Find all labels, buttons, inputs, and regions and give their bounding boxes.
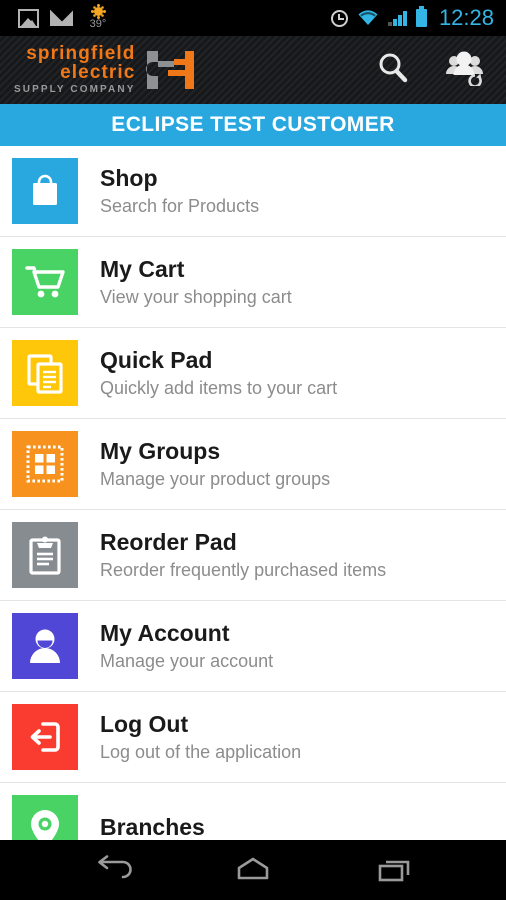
home-button[interactable]	[213, 850, 293, 890]
phone-screen: 39° 12:28 springfield electric SUPPLY CO…	[0, 0, 506, 900]
android-navigation-bar	[0, 840, 506, 900]
person-icon	[30, 629, 60, 663]
quick-pad-tile	[12, 340, 78, 406]
status-bar-notifications: 39°	[8, 7, 112, 30]
reorder-pad-tile	[12, 522, 78, 588]
cell-signal-icon	[387, 10, 407, 26]
clipboard-icon	[29, 536, 61, 575]
app-bar: springfield electric SUPPLY COMPANY	[0, 36, 506, 104]
location-pin-icon	[31, 810, 59, 840]
menu-item-reorder-pad[interactable]: Reorder Pad Reorder frequently purchased…	[0, 510, 506, 601]
my-account-text: My Account Manage your account	[100, 619, 273, 673]
back-button[interactable]	[71, 850, 151, 890]
my-groups-title: My Groups	[100, 438, 221, 464]
grid-groups-icon	[26, 445, 64, 483]
app-logo: springfield electric SUPPLY COMPANY	[14, 44, 203, 97]
image-icon	[18, 8, 39, 28]
my-groups-tile	[12, 431, 78, 497]
shop-title: Shop	[100, 165, 158, 191]
status-bar-system-icons: 12:28	[330, 5, 498, 31]
menu-item-branches[interactable]: Branches	[0, 783, 506, 840]
menu-item-quick-pad[interactable]: Quick Pad Quickly add items to your cart	[0, 328, 506, 419]
menu-item-my-groups[interactable]: My Groups Manage your product groups	[0, 419, 506, 510]
mail-icon	[50, 10, 73, 26]
log-out-text: Log Out Log out of the application	[100, 710, 301, 764]
my-cart-title: My Cart	[100, 256, 185, 282]
weather-temperature: 39°	[89, 18, 107, 30]
status-bar: 39° 12:28	[0, 0, 506, 36]
app-logo-text: springfield electric SUPPLY COMPANY	[14, 44, 135, 97]
shopping-bag-icon	[33, 174, 57, 205]
my-groups-subtitle: Manage your product groups	[100, 469, 331, 489]
search-icon[interactable]	[376, 51, 410, 90]
logo-line-2: electric	[60, 61, 136, 83]
logo-mark-icon	[141, 48, 203, 92]
quick-pad-subtitle: Quickly add items to your cart	[100, 378, 338, 398]
my-account-tile	[12, 613, 78, 679]
logo-line-1: springfield	[26, 42, 136, 64]
logo-line-3: SUPPLY COMPANY	[14, 83, 136, 95]
weather-widget: 39°	[84, 7, 112, 30]
recents-button[interactable]	[355, 850, 435, 890]
quick-pad-title: Quick Pad	[100, 347, 213, 373]
customer-banner: ECLIPSE TEST CUSTOMER	[0, 104, 506, 146]
shop-text: Shop Search for Products	[100, 164, 259, 218]
my-account-title: My Account	[100, 620, 230, 646]
reorder-pad-text: Reorder Pad Reorder frequently purchased…	[100, 528, 386, 582]
log-out-subtitle: Log out of the application	[100, 742, 302, 762]
main-menu-list: Shop Search for Products My Cart View yo…	[0, 146, 506, 840]
app-bar-actions	[376, 50, 486, 91]
branches-tile	[12, 795, 78, 840]
branches-title: Branches	[100, 814, 205, 840]
my-account-subtitle: Manage your account	[100, 651, 274, 671]
shopping-cart-icon	[25, 266, 65, 298]
wifi-icon	[357, 10, 379, 26]
menu-item-log-out[interactable]: Log Out Log out of the application	[0, 692, 506, 783]
status-bar-clock: 12:28	[438, 5, 494, 30]
battery-icon	[415, 6, 427, 27]
my-groups-text: My Groups Manage your product groups	[100, 437, 330, 491]
my-cart-text: My Cart View your shopping cart	[100, 255, 292, 309]
reorder-pad-subtitle: Reorder frequently purchased items	[100, 560, 387, 580]
reorder-pad-title: Reorder Pad	[100, 529, 237, 555]
exit-icon	[30, 722, 60, 752]
my-cart-tile	[12, 249, 78, 315]
shop-tile	[12, 158, 78, 224]
alarm-icon	[330, 9, 348, 27]
branches-text: Branches	[100, 813, 205, 840]
switch-customer-icon[interactable]	[444, 50, 486, 91]
my-cart-subtitle: View your shopping cart	[100, 287, 292, 307]
sun-icon	[93, 7, 103, 16]
menu-item-my-cart[interactable]: My Cart View your shopping cart	[0, 237, 506, 328]
menu-item-shop[interactable]: Shop Search for Products	[0, 146, 506, 237]
log-out-tile	[12, 704, 78, 770]
quick-pad-text: Quick Pad Quickly add items to your cart	[100, 346, 337, 400]
log-out-title: Log Out	[100, 711, 189, 737]
menu-item-my-account[interactable]: My Account Manage your account	[0, 601, 506, 692]
shop-subtitle: Search for Products	[100, 196, 260, 216]
documents-icon	[27, 354, 63, 394]
